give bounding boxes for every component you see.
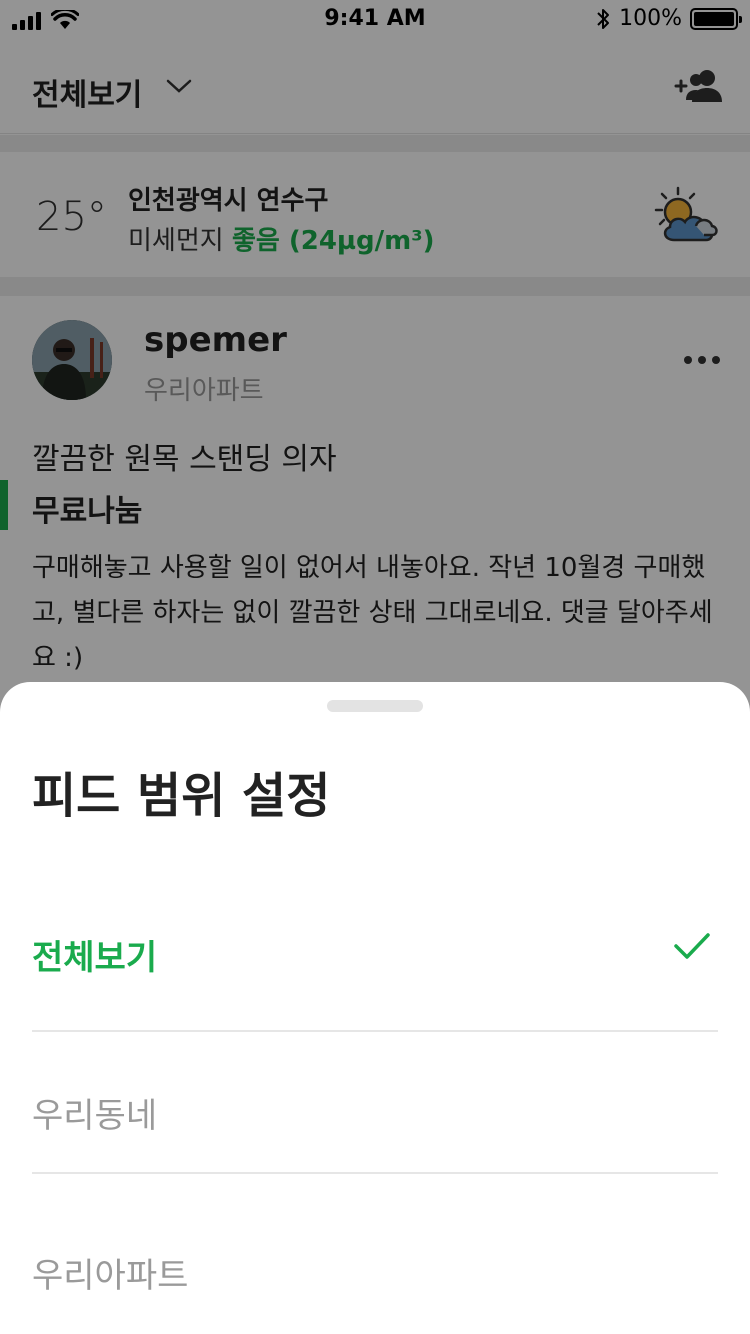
check-icon — [674, 933, 710, 959]
feed-screen: 9:41 AM 100% 전체보기 25° 인천광역시 연수구 미세먼지 좋음 … — [0, 0, 750, 1334]
option-apartment[interactable]: 우리아파트 — [32, 1174, 718, 1334]
option-label: 우리동네 — [32, 1096, 158, 1136]
option-all[interactable]: 전체보기 — [32, 872, 718, 1032]
feed-scope-sheet: 피드 범위 설정 전체보기 우리동네 우리아파트 — [0, 682, 750, 1334]
sheet-drag-handle[interactable] — [327, 700, 423, 712]
sheet-title: 피드 범위 설정 — [32, 768, 331, 824]
option-neighborhood[interactable]: 우리동네 — [32, 1014, 718, 1174]
option-label: 전체보기 — [32, 938, 158, 978]
option-label: 우리아파트 — [32, 1256, 189, 1296]
